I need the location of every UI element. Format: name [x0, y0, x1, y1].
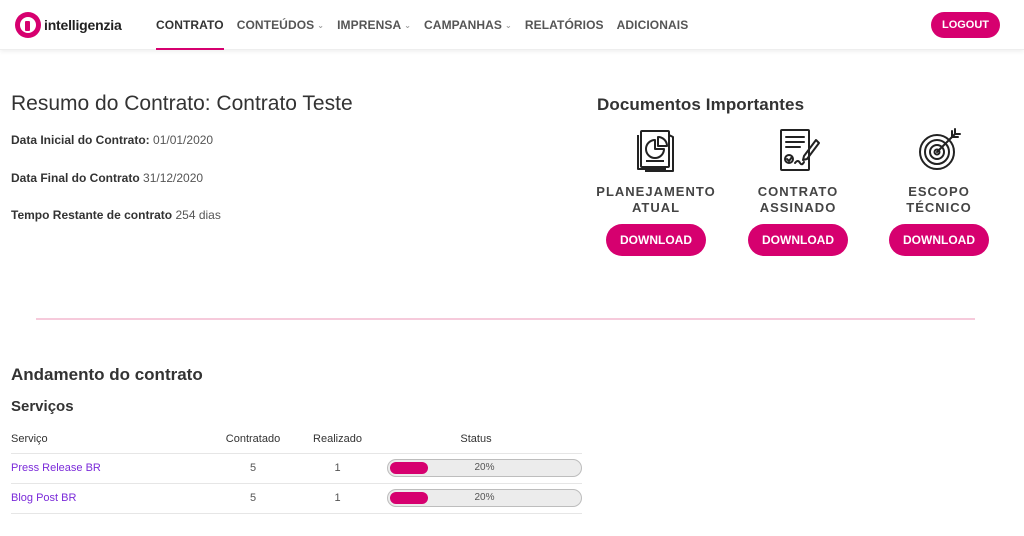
column-header-contracted: Contratado: [201, 425, 305, 454]
progress-bar-text: 20%: [474, 462, 495, 473]
table-row: Blog Post BR 5 1 20%: [11, 483, 582, 514]
chevron-down-icon: ⌄: [317, 20, 325, 30]
contract-end-date: Data Final do Contrato 31/12/2020: [11, 171, 204, 185]
chart-report-icon: [637, 130, 674, 172]
logo-icon: [15, 12, 41, 38]
nav-item-adicionais[interactable]: ADICIONAIS: [617, 0, 689, 50]
document-planejamento: PLANEJAMENTO ATUAL: [591, 126, 721, 216]
progress-bar-text: 20%: [474, 492, 495, 503]
document-contrato: CONTRATO ASSINADO: [733, 126, 863, 216]
chevron-down-icon: ⌄: [505, 20, 512, 30]
services-table: Serviço Contratado Realizado Status Pres…: [11, 425, 582, 514]
table-row: Press Release BR 5 1 20%: [11, 453, 582, 484]
contracted-value: 5: [201, 483, 305, 514]
chevron-down-icon: ⌄: [404, 20, 412, 30]
table-header-row: Serviço Contratado Realizado Status: [11, 425, 582, 454]
download-contrato-button[interactable]: DOWNLOAD: [748, 224, 848, 256]
column-header-status: Status: [370, 425, 582, 454]
nav-item-imprensa[interactable]: IMPRENSA ⌄: [337, 0, 411, 50]
download-escopo-button[interactable]: DOWNLOAD: [889, 224, 989, 256]
contracted-value: 5: [201, 453, 305, 484]
document-escopo: ESCOPO TÉCNICO: [874, 126, 1004, 216]
column-header-done: Realizado: [305, 425, 370, 454]
nav-item-campanhas[interactable]: CAMPANHAS ⌄: [424, 0, 512, 50]
top-navbar: intelligenzia CONTRATO CONTEÚDOS ⌄ IMPREN…: [0, 0, 1024, 50]
progress-title: Andamento do contrato: [11, 365, 203, 384]
logout-button[interactable]: LOGOUT: [931, 12, 1000, 38]
section-divider: [36, 318, 975, 320]
document-label: ESCOPO TÉCNICO: [906, 184, 972, 215]
status-cell: 20%: [370, 483, 582, 514]
service-link[interactable]: Press Release BR: [11, 453, 201, 484]
target-icon: [919, 128, 961, 170]
contract-start-date: Data Inicial do Contrato: 01/01/2020: [11, 133, 214, 147]
document-label: CONTRATO ASSINADO: [757, 184, 839, 215]
done-value: 1: [305, 483, 370, 514]
column-header-service: Serviço: [11, 425, 201, 454]
nav-item-relatorios[interactable]: RELATÓRIOS: [525, 0, 604, 50]
nav-item-contrato[interactable]: CONTRATO: [156, 0, 224, 50]
documents-title: Documentos Importantes: [597, 95, 805, 114]
contract-remaining-time: Tempo Restante de contrato 254 dias: [11, 208, 221, 222]
nav-item-conteudos[interactable]: CONTEÚDOS ⌄: [237, 0, 324, 50]
main-nav: CONTRATO CONTEÚDOS ⌄ IMPRENSA ⌄ CAMPANHAS ⌄…: [156, 0, 701, 50]
progress-bar: 20%: [387, 459, 582, 477]
brand-logo[interactable]: intelligenzia: [15, 12, 122, 38]
services-title: Serviços: [11, 398, 74, 415]
document-label: PLANEJAMENTO ATUAL: [596, 184, 716, 215]
progress-bar: 20%: [387, 489, 582, 507]
page-title: Resumo do Contrato: Contrato Teste: [11, 92, 353, 115]
status-cell: 20%: [370, 453, 582, 484]
done-value: 1: [305, 453, 370, 484]
brand-name: intelligenzia: [44, 17, 122, 33]
signed-contract-icon: [780, 129, 820, 171]
service-link[interactable]: Blog Post BR: [11, 483, 201, 514]
download-planejamento-button[interactable]: DOWNLOAD: [606, 224, 706, 256]
